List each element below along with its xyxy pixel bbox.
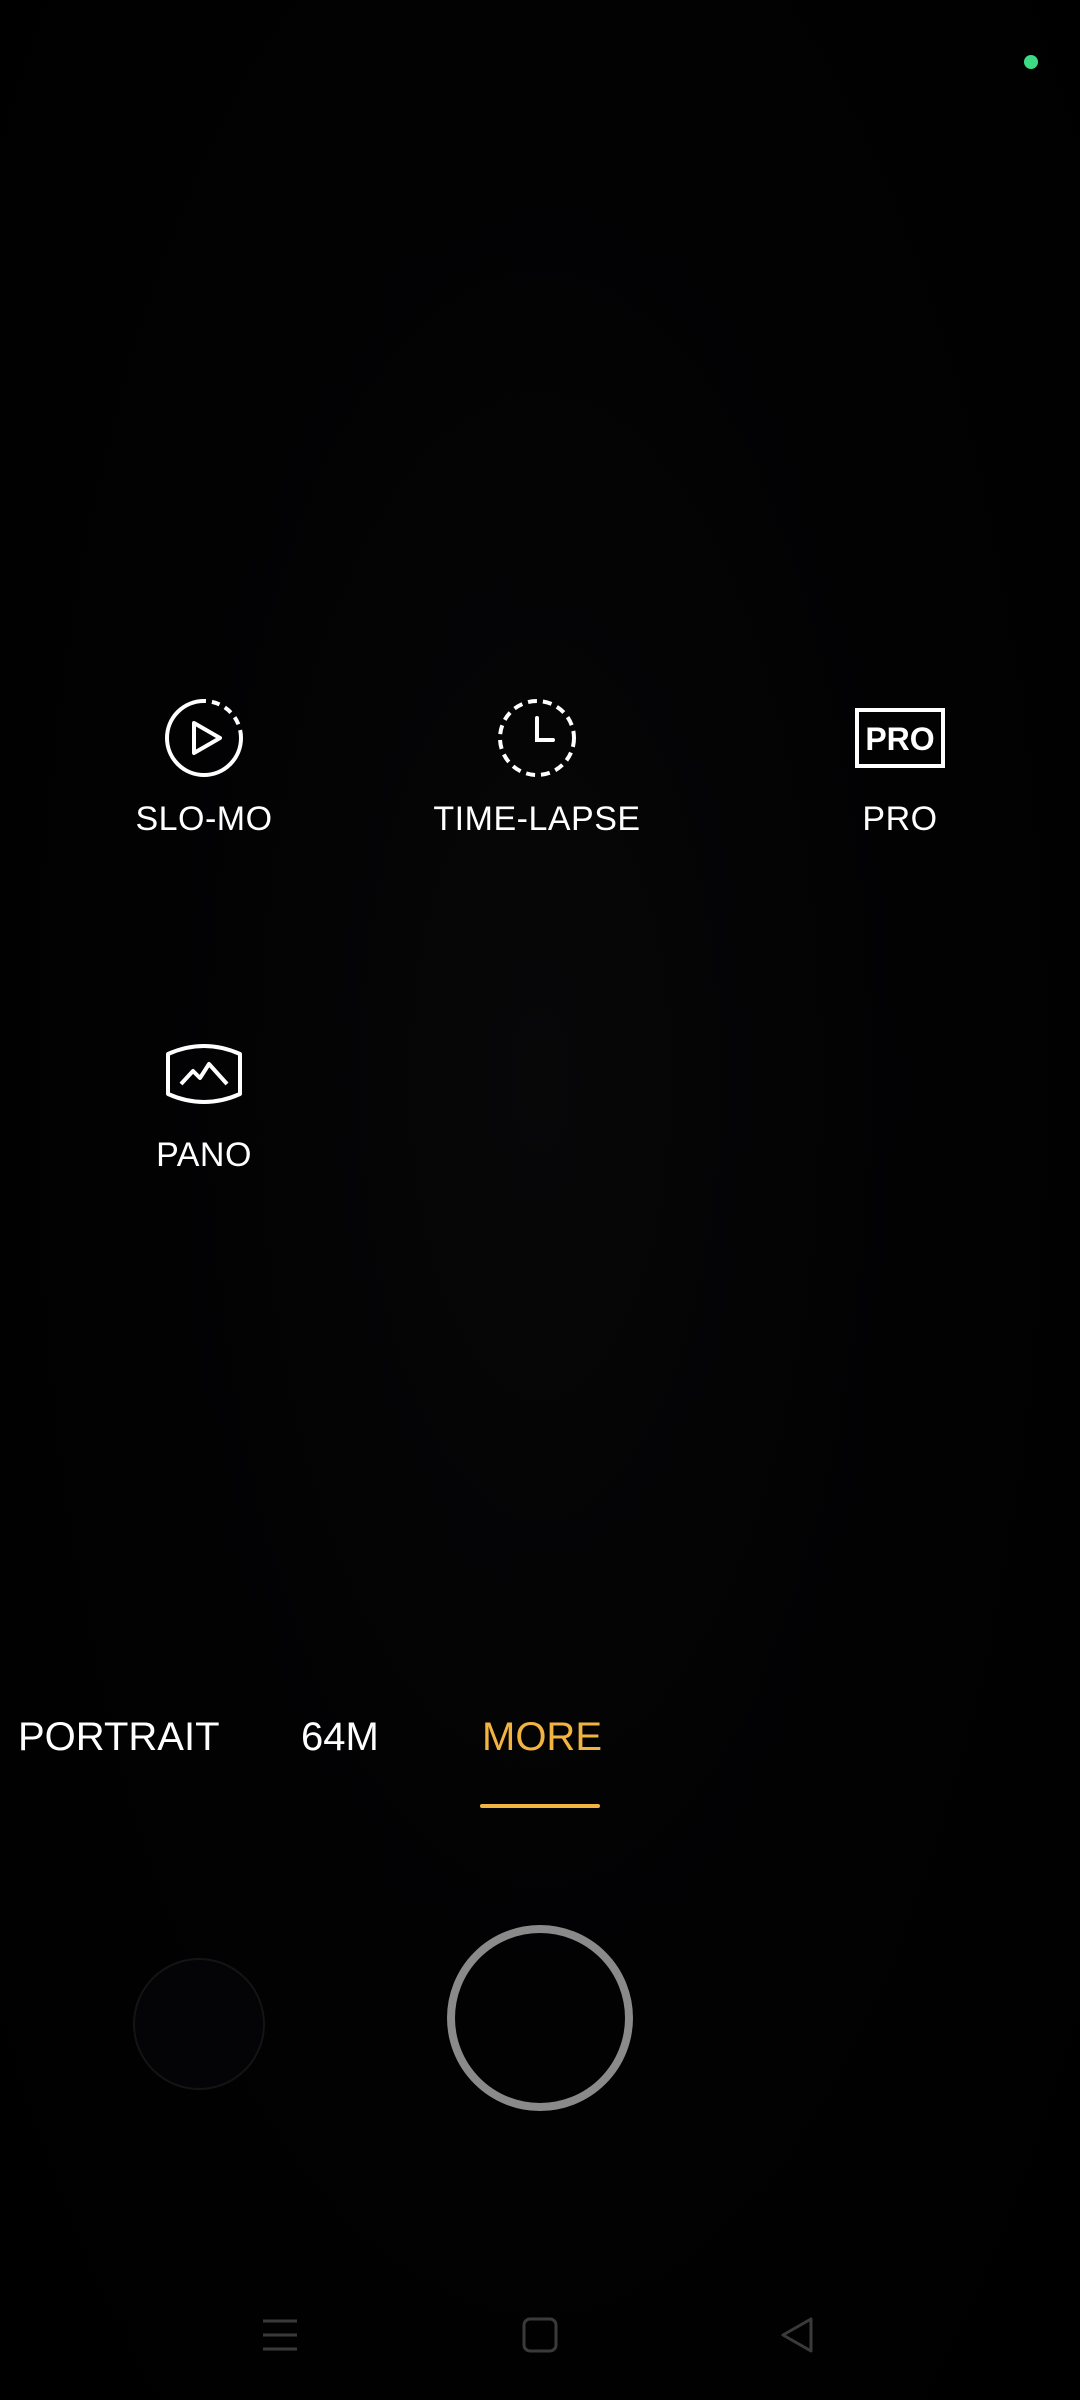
nav-home-button[interactable] bbox=[500, 2280, 580, 2390]
tab-more[interactable]: MORE bbox=[482, 1715, 602, 1760]
nav-back-button[interactable] bbox=[757, 2280, 837, 2390]
camera-mode-tabs: PORTRAIT 64M MORE bbox=[0, 1715, 1080, 1825]
mode-pro[interactable]: PRO PRO bbox=[750, 688, 1050, 839]
mode-slo-mo[interactable]: SLO-MO bbox=[54, 688, 354, 839]
shutter-button[interactable] bbox=[447, 1925, 633, 2111]
time-lapse-icon bbox=[498, 699, 576, 777]
slow-motion-icon bbox=[165, 699, 243, 777]
mode-label: TIME-LAPSE bbox=[433, 800, 641, 838]
tab-portrait[interactable]: PORTRAIT bbox=[18, 1715, 220, 1760]
gallery-thumbnail[interactable] bbox=[133, 1958, 265, 2090]
privacy-indicator-dot bbox=[1024, 55, 1038, 69]
pro-mode-icon: PRO bbox=[855, 708, 945, 768]
tab-64m[interactable]: 64M bbox=[301, 1715, 379, 1760]
system-navigation-bar bbox=[0, 2280, 1080, 2390]
camera-viewfinder: SLO-MO TIME-LAPSE PRO PRO PANO PORTRAIT … bbox=[0, 0, 1080, 2400]
mode-pano[interactable]: PANO bbox=[54, 1024, 354, 1175]
home-square-icon bbox=[522, 2317, 558, 2353]
mode-label: PANO bbox=[156, 1136, 252, 1174]
mode-time-lapse[interactable]: TIME-LAPSE bbox=[387, 688, 687, 839]
panorama-icon bbox=[166, 1044, 242, 1104]
menu-icon bbox=[263, 2319, 297, 2351]
selected-tab-indicator bbox=[480, 1804, 600, 1808]
svg-text:PRO: PRO bbox=[865, 721, 934, 757]
back-triangle-icon bbox=[781, 2317, 813, 2353]
nav-menu-button[interactable] bbox=[240, 2280, 320, 2390]
mode-label: SLO-MO bbox=[135, 800, 273, 838]
mode-label: PRO bbox=[862, 800, 938, 838]
